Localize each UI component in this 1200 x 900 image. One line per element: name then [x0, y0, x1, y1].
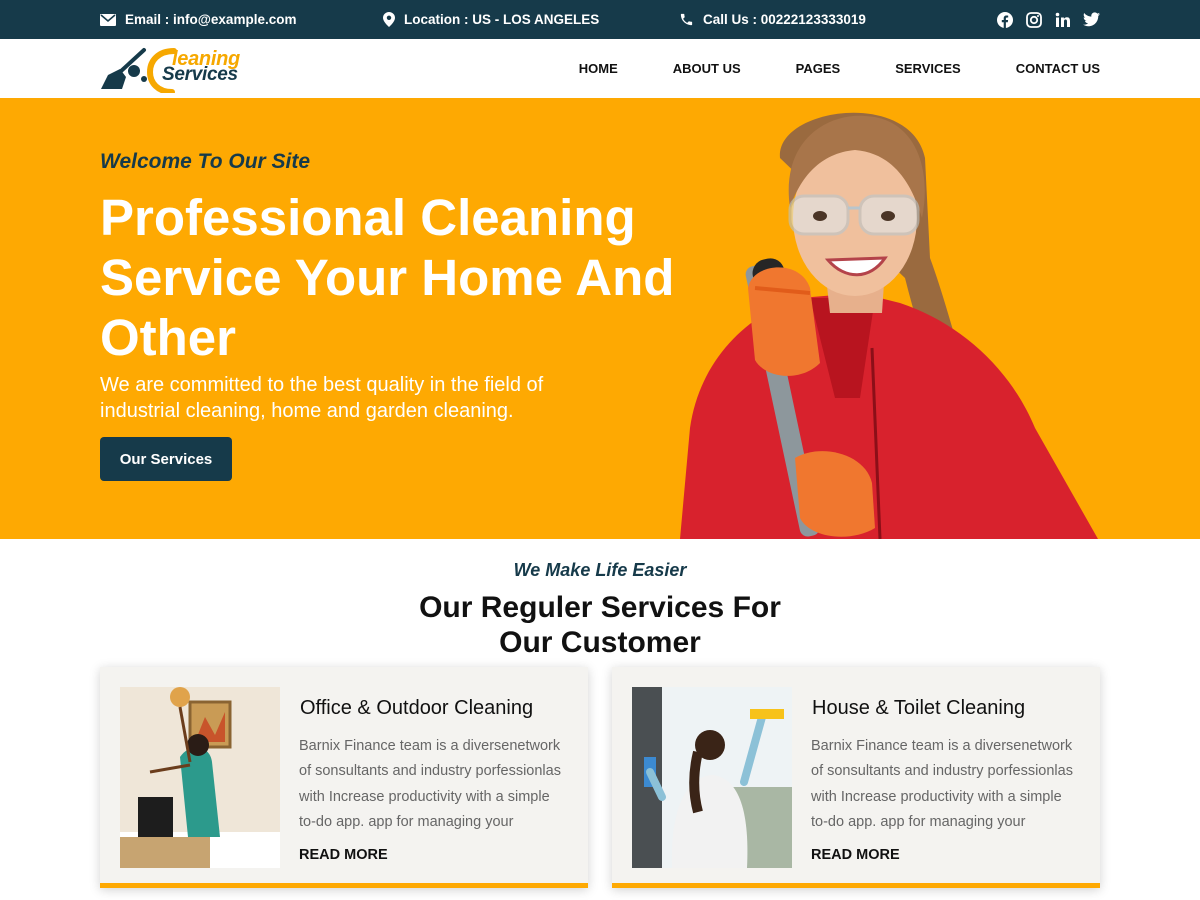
- logo-text-bottom: Services: [162, 64, 238, 85]
- hero-section: Welcome To Our Site Professional Cleanin…: [0, 98, 1200, 539]
- hero-subtitle: We are committed to the best quality in …: [100, 374, 544, 422]
- main-navbar: leaning Services HOME ABOUT US PAGES SER…: [0, 39, 1200, 98]
- hero-welcome: Welcome To Our Site: [100, 150, 311, 173]
- office-cleaning-image: [120, 687, 280, 868]
- house-cleaning-image: [632, 687, 792, 868]
- service-card-description: Barnix Finance team is a diversenetwork …: [299, 738, 561, 830]
- services-title-text: Our Reguler Services For Our Customer: [419, 591, 781, 659]
- nav-home[interactable]: HOME: [579, 61, 618, 76]
- social-links: [996, 0, 1100, 39]
- linkedin-icon[interactable]: [1054, 11, 1071, 28]
- mail-icon: [100, 13, 116, 26]
- main-menu: HOME ABOUT US PAGES SERVICES CONTACT US: [524, 39, 1100, 98]
- location-pin-icon: [383, 12, 395, 27]
- read-more-link[interactable]: READ MORE: [299, 847, 388, 863]
- nav-contact-us[interactable]: CONTACT US: [1016, 61, 1100, 76]
- nav-about-us[interactable]: ABOUT US: [673, 61, 741, 76]
- nav-pages[interactable]: PAGES: [796, 61, 841, 76]
- phone-icon: [680, 13, 693, 26]
- location-text: Location : US - LOS ANGELES: [404, 12, 600, 27]
- twitter-icon[interactable]: [1083, 11, 1100, 28]
- email-text: Email : info@example.com: [125, 12, 297, 27]
- top-bar: Email : info@example.com Location : US -…: [0, 0, 1200, 39]
- services-tagline: We Make Life Easier: [513, 560, 687, 580]
- service-card-office: Office & Outdoor Cleaning Barnix Finance…: [100, 667, 588, 888]
- service-card-description: Barnix Finance team is a diversenetwork …: [811, 738, 1073, 830]
- read-more-link[interactable]: READ MORE: [811, 847, 900, 863]
- instagram-icon[interactable]: [1025, 11, 1042, 28]
- location-info: Location : US - LOS ANGELES: [383, 0, 599, 39]
- service-card-house: House & Toilet Cleaning Barnix Finance t…: [612, 667, 1100, 888]
- call-info[interactable]: Call Us : 00222123333019: [679, 0, 866, 39]
- facebook-icon[interactable]: [996, 11, 1013, 28]
- hero-cleaner-image: [680, 112, 1098, 539]
- email-info[interactable]: Email : info@example.com: [100, 0, 296, 39]
- nav-services[interactable]: SERVICES: [895, 61, 961, 76]
- services-title: Our Reguler Services For Our Customer: [0, 590, 1200, 660]
- call-text: Call Us : 00222123333019: [703, 12, 866, 27]
- our-services-button[interactable]: Our Services: [100, 437, 232, 481]
- hero-title: Professional Cleaning Service Your Home …: [100, 189, 675, 366]
- service-card-title: House & Toilet Cleaning: [812, 697, 1026, 719]
- logo[interactable]: leaning Services: [100, 45, 265, 93]
- service-card-title: Office & Outdoor Cleaning: [300, 697, 534, 719]
